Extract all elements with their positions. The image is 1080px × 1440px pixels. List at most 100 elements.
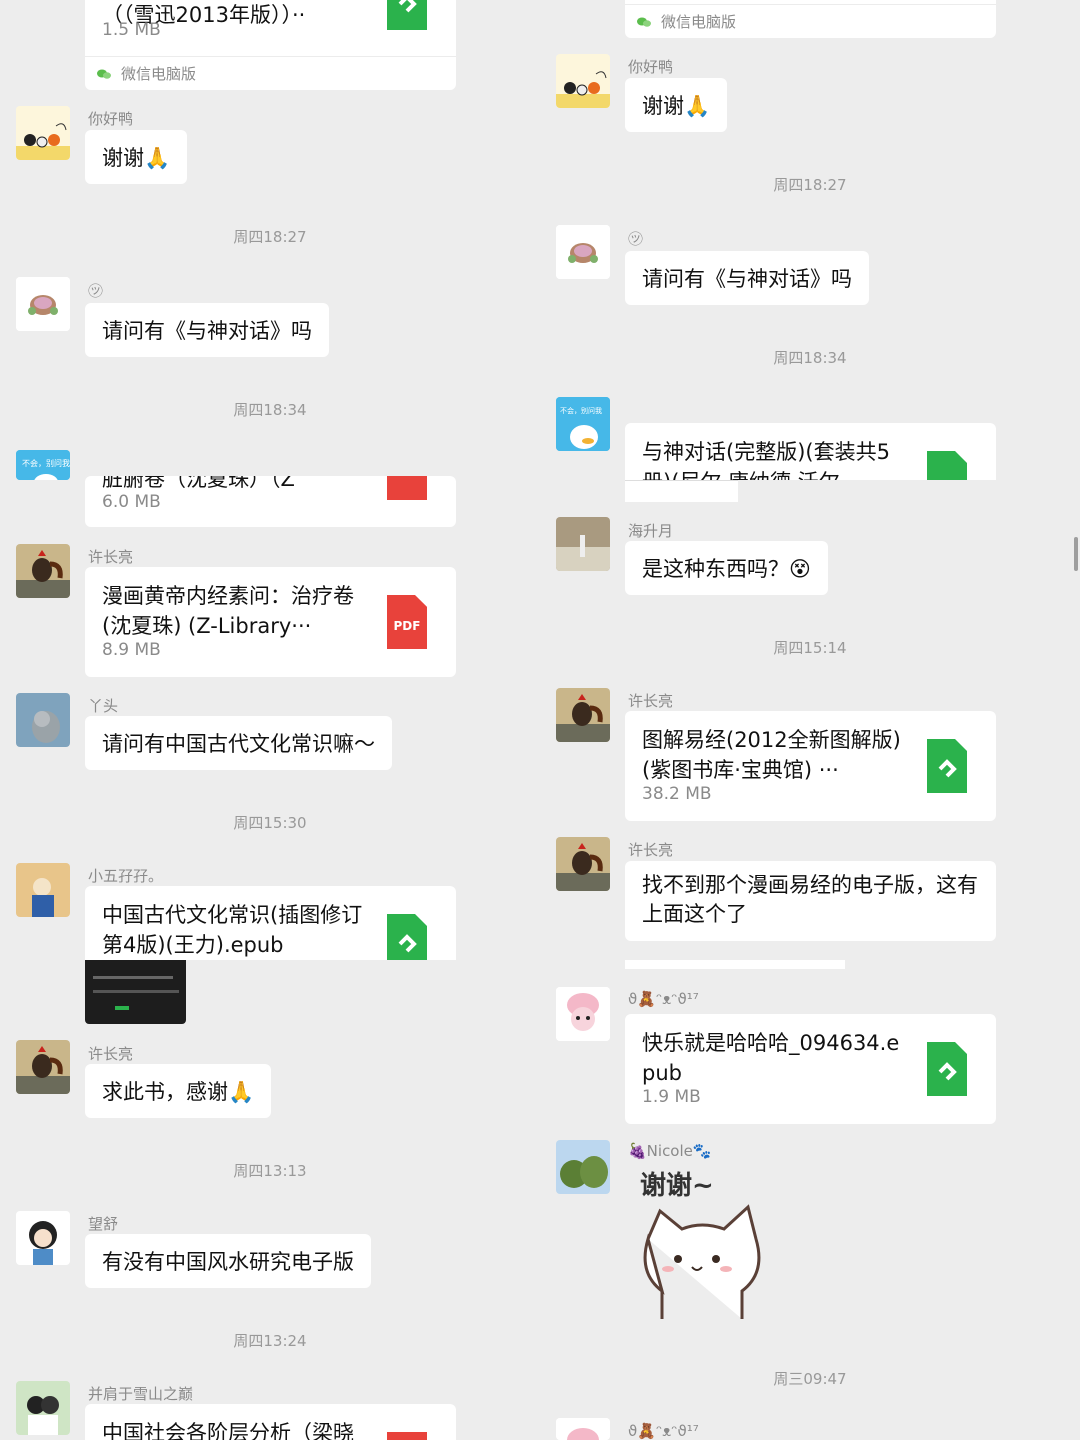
landscape-avatar-icon xyxy=(556,517,610,571)
file-message[interactable]: 图解易经(2012全新图解版) (紫图书库·宝典馆) ··· 38.2 MB xyxy=(625,711,996,821)
chat-column-left: （（雪迅2013年版））·· 1.5 MB 微信电脑版 你好鸭 谢谢🙏 周四18… xyxy=(0,0,540,1440)
sender-name: 海升月 xyxy=(628,522,674,540)
screenshot-thumbnail[interactable] xyxy=(85,960,186,1024)
avatar[interactable] xyxy=(16,277,70,331)
timestamp: 周四18:34 xyxy=(233,401,307,419)
avatar[interactable] xyxy=(556,517,610,571)
text-message[interactable]: 有没有中国风水研究电子版 xyxy=(85,1234,371,1288)
file-message[interactable]: 漫画黄帝内经素问：治疗卷 (沈夏珠) (Z-Library··· 8.9 MB … xyxy=(85,567,456,677)
avatar[interactable]: 不会，别问我 xyxy=(556,397,610,451)
wechat-icon xyxy=(637,17,651,27)
sender-name: ㋡ xyxy=(628,230,644,248)
timestamp: 周四18:34 xyxy=(773,349,847,367)
avatar[interactable] xyxy=(556,1418,610,1440)
sender-name: 丫头 xyxy=(88,697,119,715)
file-message[interactable]: 快乐就是哈哈哈_094634.epub 1.9 MB xyxy=(625,1014,996,1124)
timestamp: 周四13:24 xyxy=(233,1332,307,1350)
sender-name: ϑ🧸ᵔᴥᵔϑ¹⁷ xyxy=(628,990,699,1008)
text-message[interactable]: 请问有《与神对话》吗 xyxy=(85,303,329,357)
avatar[interactable] xyxy=(16,544,70,598)
girl-avatar-icon xyxy=(16,1211,70,1265)
divider-bubble xyxy=(625,960,845,969)
rooster-avatar-icon xyxy=(16,544,70,598)
avatar[interactable] xyxy=(556,987,610,1041)
file-message[interactable]: 中国古代文化常识(插图修订第4版)(王力).epub xyxy=(85,886,456,960)
avatar[interactable] xyxy=(16,863,70,917)
file-source: 微信电脑版 xyxy=(85,56,456,90)
text-message[interactable]: 求此书，感谢🙏 xyxy=(85,1064,272,1118)
file-message[interactable]: 与神对话(完整版)(套装共5册)(尼尔·唐纳德·沃尔 xyxy=(625,423,996,480)
file-title: 与神对话(完整版)(套装共5册)(尼尔·唐纳德·沃尔 xyxy=(642,440,890,480)
text-message[interactable]: 请问有中国古代文化常识嘛～ xyxy=(85,716,392,770)
text-message[interactable]: 是这种东西吗？😵 xyxy=(625,541,828,595)
avatar[interactable] xyxy=(556,54,610,108)
sender-name: 你好鸭 xyxy=(88,110,134,128)
couple-avatar-icon xyxy=(16,1381,70,1435)
epub-file-icon xyxy=(387,914,427,960)
image-thumbnail-strip[interactable] xyxy=(625,480,738,502)
figure-avatar-icon xyxy=(16,863,70,917)
avatar[interactable] xyxy=(16,106,70,160)
sticker-cat[interactable]: 谢谢~ xyxy=(632,1163,772,1323)
timestamp: 周四18:27 xyxy=(233,228,307,246)
avatar[interactable] xyxy=(556,837,610,891)
timestamp: 周四15:14 xyxy=(773,639,847,657)
file-message-partial[interactable]: 脏腑卷（沈夏珠）（Z 6.0 MB xyxy=(85,476,456,527)
file-title: 漫画黄帝内经素问：治疗卷 (沈夏珠) (Z-Library··· xyxy=(102,584,354,638)
file-source: 微信电脑版 xyxy=(625,4,996,38)
timestamp: 周四15:30 xyxy=(233,814,307,832)
sender-name: 许长亮 xyxy=(628,841,674,859)
file-message[interactable]: 中国社会各阶层分析（梁晓 xyxy=(85,1404,456,1440)
file-message-top[interactable]: 微信电脑版 xyxy=(625,0,996,38)
text-message[interactable]: 谢谢🙏 xyxy=(85,130,188,184)
timestamp: 周四13:13 xyxy=(233,1162,307,1180)
text-message[interactable]: 请问有《与神对话》吗 xyxy=(625,251,869,305)
avatar[interactable] xyxy=(16,1040,70,1094)
text-message[interactable]: 找不到那个漫画易经的电子版，这有上面这个了 xyxy=(625,861,996,941)
epub-file-icon xyxy=(927,1042,967,1096)
sender-name: 望舒 xyxy=(88,1215,119,1233)
sender-name: 许长亮 xyxy=(88,1045,134,1063)
file-title: 快乐就是哈哈哈_094634.epub xyxy=(642,1031,900,1085)
turtle-avatar-icon xyxy=(556,225,610,279)
turtle-avatar-icon xyxy=(16,277,70,331)
avatar[interactable] xyxy=(16,1211,70,1265)
avatar[interactable] xyxy=(556,1140,610,1194)
rooster-avatar-icon xyxy=(556,837,610,891)
svg-text:不会，别问我: 不会，别问我 xyxy=(560,406,602,415)
file-size: 6.0 MB xyxy=(102,492,161,512)
file-message-top[interactable]: （（雪迅2013年版））·· 1.5 MB 微信电脑版 xyxy=(85,0,456,90)
bunny-avatar-icon xyxy=(556,1418,610,1440)
duck-avatar-icon xyxy=(16,106,70,160)
penguin-avatar-icon: 不会，别问我 xyxy=(556,397,610,451)
file-title: 中国古代文化常识(插图修订第4版)(王力).epub xyxy=(102,903,363,957)
text-message[interactable]: 谢谢🙏 xyxy=(625,78,728,132)
scrollbar[interactable] xyxy=(1074,537,1078,571)
file-size: 1.9 MB xyxy=(642,1087,701,1107)
wechat-icon xyxy=(97,69,111,79)
chat-column-right: 微信电脑版 你好鸭 谢谢🙏 周四18:27 ㋡ 请问有《与神对话》吗 周四18:… xyxy=(540,0,1080,1440)
pdf-file-icon xyxy=(387,476,427,500)
timestamp: 周四18:27 xyxy=(773,176,847,194)
sender-name: 许长亮 xyxy=(88,548,134,566)
avatar[interactable] xyxy=(16,1381,70,1435)
epub-file-icon xyxy=(927,739,967,793)
rooster-avatar-icon xyxy=(556,688,610,742)
avatar[interactable] xyxy=(556,225,610,279)
epub-file-icon xyxy=(387,0,427,30)
sender-name: 并肩于雪山之巅 xyxy=(88,1385,194,1403)
avatar[interactable] xyxy=(556,688,610,742)
file-title: 中国社会各阶层分析（梁晓 xyxy=(102,1421,354,1440)
pdf-file-icon: PDF xyxy=(387,595,427,649)
avatar[interactable] xyxy=(16,693,70,747)
timestamp: 周三09:47 xyxy=(773,1370,847,1388)
bunny-avatar-icon xyxy=(556,987,610,1041)
epub-file-icon xyxy=(927,451,967,480)
trees-avatar-icon xyxy=(556,1140,610,1194)
avatar[interactable]: 不会，别问我 xyxy=(16,450,70,480)
rooster-avatar-icon xyxy=(16,1040,70,1094)
sender-name: 🍇Nicole🐾 xyxy=(628,1142,712,1160)
sender-name: 你好鸭 xyxy=(628,58,674,76)
sender-name: 许长亮 xyxy=(628,692,674,710)
file-title: 图解易经(2012全新图解版) (紫图书库·宝典馆) ··· xyxy=(642,728,901,782)
